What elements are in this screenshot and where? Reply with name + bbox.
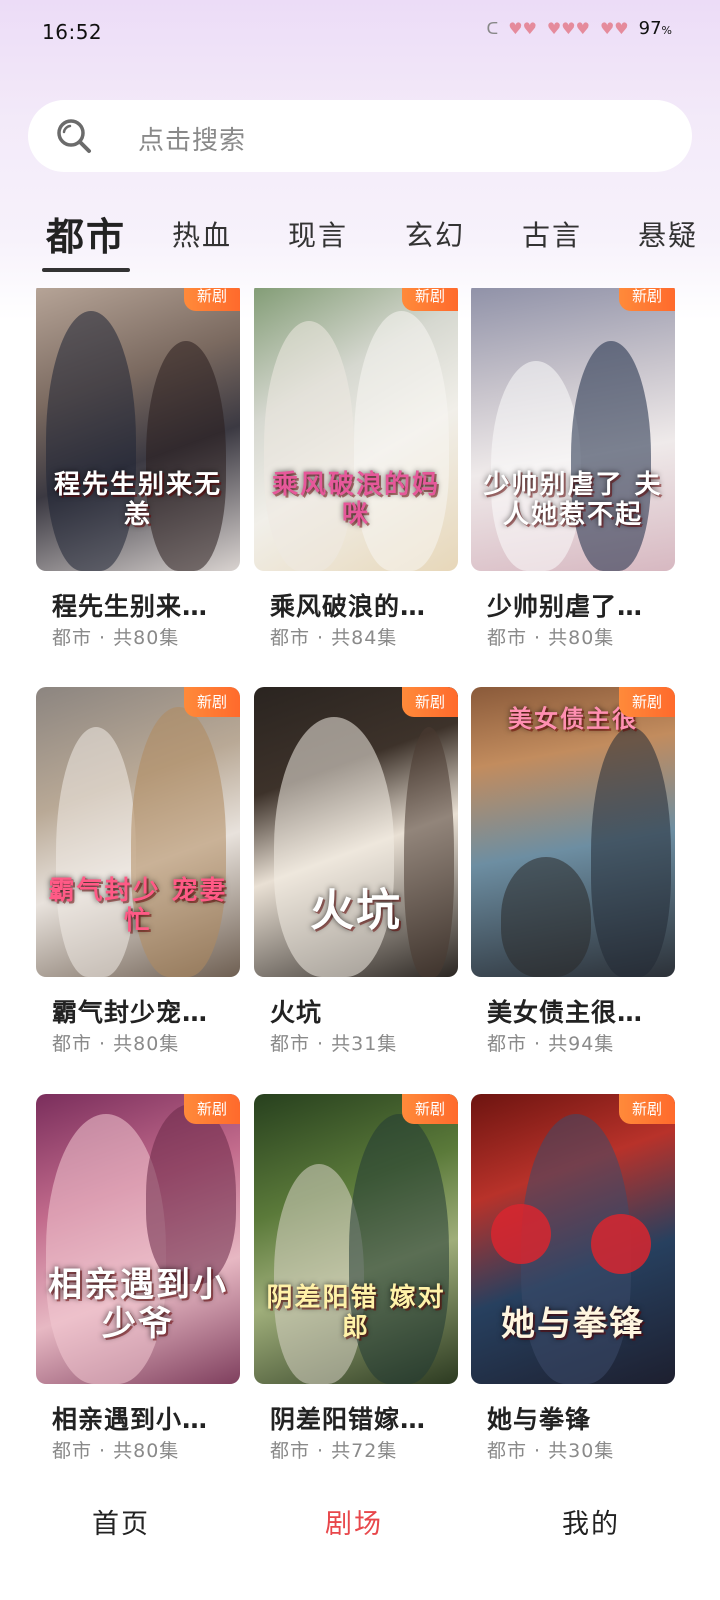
tab-guyan[interactable]: 古言 — [522, 214, 582, 254]
drama-card[interactable]: 阴差阳错 嫁对郎 新剧 阴差阳错嫁… 都市 · 共72集 — [254, 1094, 458, 1474]
nav-theater[interactable]: 剧场 — [325, 1502, 383, 1541]
tab-xianyan[interactable]: 现言 — [288, 214, 348, 254]
drama-meta: 都市 · 共80集 — [52, 627, 180, 649]
drama-title: 少帅别虐了… — [487, 592, 644, 621]
poster-title: 阴差阳错 嫁对郎 — [266, 1283, 446, 1344]
drama-card[interactable]: 美女债主很 新剧 美女债主很… 都市 · 共94集 — [471, 687, 675, 1067]
drama-title: 霸气封少宠… — [52, 998, 209, 1027]
battery-level: 97% — [638, 18, 672, 39]
drama-title: 乘风破浪的… — [270, 592, 427, 621]
drama-card[interactable]: 她与拳锋 新剧 她与拳锋 都市 · 共30集 — [471, 1094, 675, 1474]
drama-card[interactable]: 程先生别来无恙 新剧 程先生别来… 都市 · 共80集 — [36, 288, 240, 661]
drama-title: 她与拳锋 — [487, 1405, 592, 1434]
new-badge: 新剧 — [184, 687, 240, 717]
drama-poster[interactable]: 火坑 新剧 — [254, 687, 458, 977]
drama-card[interactable]: 霸气封少 宠妻忙 新剧 霸气封少宠… 都市 · 共80集 — [36, 687, 240, 1067]
active-tab-indicator — [42, 268, 130, 272]
status-time: 16:52 — [42, 20, 103, 44]
drama-poster[interactable]: 程先生别来无恙 新剧 — [36, 288, 240, 571]
new-badge: 新剧 — [619, 687, 675, 717]
new-badge: 新剧 — [402, 1094, 458, 1124]
drama-title: 美女债主很… — [487, 998, 644, 1027]
new-badge: 新剧 — [184, 1094, 240, 1124]
search-placeholder: 点击搜索 — [138, 126, 247, 156]
drama-title: 阴差阳错嫁… — [270, 1405, 427, 1434]
notification-icon: ♥♥♥ — [546, 19, 590, 38]
drama-meta: 都市 · 共31集 — [270, 1033, 398, 1055]
notification-icon: ♥♥ — [508, 19, 537, 38]
drama-meta: 都市 · 共30集 — [487, 1440, 615, 1462]
search-icon — [57, 119, 91, 153]
bottom-nav: 首页 剧场 我的 — [0, 1478, 720, 1600]
drama-poster[interactable]: 她与拳锋 新剧 — [471, 1094, 675, 1384]
category-tabs: 都市 热血 现言 玄幻 古言 悬疑 — [0, 200, 700, 280]
drama-card[interactable]: 少帅别虐了 夫人她惹不起 新剧 少帅别虐了… 都市 · 共80集 — [471, 288, 675, 661]
drama-card[interactable]: 乘风破浪的妈咪 新剧 乘风破浪的… 都市 · 共84集 — [254, 288, 458, 661]
search-input[interactable]: 点击搜索 — [28, 100, 692, 172]
poster-title: 霸气封少 宠妻忙 — [48, 876, 228, 937]
drama-poster[interactable]: 相亲遇到小少爷 新剧 — [36, 1094, 240, 1384]
poster-title: 相亲遇到小少爷 — [48, 1264, 228, 1344]
poster-title: 她与拳锋 — [501, 1303, 645, 1344]
status-bar: 16:52 ᑕ ♥♥ ♥♥♥ ♥♥ 97% — [0, 0, 720, 70]
new-badge: 新剧 — [619, 1094, 675, 1124]
drama-poster[interactable]: 乘风破浪的妈咪 新剧 — [254, 288, 458, 571]
tab-xuanhuan[interactable]: 玄幻 — [405, 214, 465, 254]
nav-home[interactable]: 首页 — [92, 1502, 150, 1541]
tab-xuanyi[interactable]: 悬疑 — [638, 214, 698, 254]
drama-meta: 都市 · 共94集 — [487, 1033, 615, 1055]
status-icons: ᑕ ♥♥ ♥♥♥ ♥♥ 97% — [487, 18, 672, 39]
new-badge: 新剧 — [184, 288, 240, 311]
new-badge: 新剧 — [402, 687, 458, 717]
poster-title: 火坑 — [310, 885, 402, 937]
drama-title: 火坑 — [270, 998, 323, 1027]
tab-rexue[interactable]: 热血 — [172, 214, 232, 254]
drama-meta: 都市 · 共84集 — [270, 627, 398, 649]
drama-meta: 都市 · 共80集 — [487, 627, 615, 649]
drama-meta: 都市 · 共80集 — [52, 1033, 180, 1055]
drama-meta: 都市 · 共80集 — [52, 1440, 180, 1462]
poster-title: 乘风破浪的妈咪 — [271, 470, 440, 531]
drama-grid: 程先生别来无恙 新剧 程先生别来… 都市 · 共80集 乘风破浪的妈咪 新剧 乘… — [0, 288, 720, 1478]
new-badge: 新剧 — [402, 288, 458, 311]
nav-mine[interactable]: 我的 — [562, 1502, 620, 1541]
drama-title: 程先生别来… — [52, 592, 209, 621]
tab-dushi[interactable]: 都市 — [46, 206, 126, 261]
drama-poster[interactable]: 阴差阳错 嫁对郎 新剧 — [254, 1094, 458, 1384]
drama-poster[interactable]: 霸气封少 宠妻忙 新剧 — [36, 687, 240, 977]
new-badge: 新剧 — [619, 288, 675, 311]
drama-poster[interactable]: 少帅别虐了 夫人她惹不起 新剧 — [471, 288, 675, 571]
drama-title: 相亲遇到小… — [52, 1405, 209, 1434]
drama-card[interactable]: 火坑 新剧 火坑 都市 · 共31集 — [254, 687, 458, 1067]
drama-card[interactable]: 相亲遇到小少爷 新剧 相亲遇到小… 都市 · 共80集 — [36, 1094, 240, 1474]
poster-title: 少帅别虐了 夫人她惹不起 — [483, 470, 663, 531]
drama-poster[interactable]: 美女债主很 新剧 — [471, 687, 675, 977]
drama-meta: 都市 · 共72集 — [270, 1440, 398, 1462]
nfc-icon: ᑕ — [486, 19, 499, 38]
signal-icon: ♥♥ — [599, 19, 629, 38]
poster-title: 程先生别来无恙 — [53, 470, 222, 531]
